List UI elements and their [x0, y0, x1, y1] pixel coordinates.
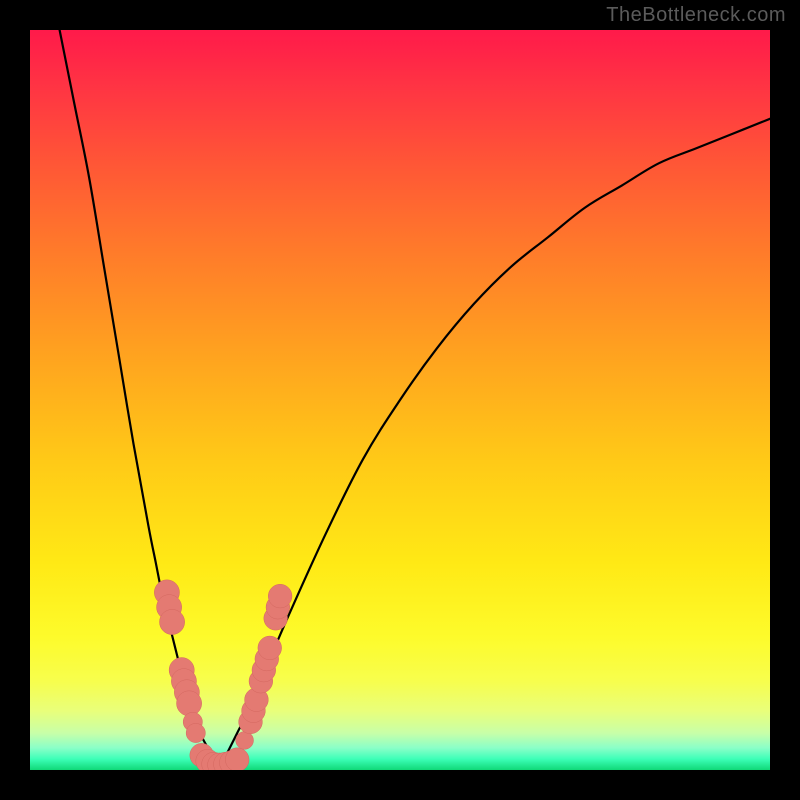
data-marker: [225, 748, 249, 770]
data-marker: [177, 691, 202, 716]
plot-area: [30, 30, 770, 770]
data-marker: [160, 609, 185, 634]
watermark-text: TheBottleneck.com: [606, 4, 786, 27]
data-marker: [236, 732, 254, 750]
curve-group: [60, 30, 770, 766]
data-marker: [186, 723, 205, 742]
curve-right-curve: [222, 119, 770, 763]
data-marker: [258, 636, 282, 660]
data-marker: [268, 584, 292, 608]
marker-group: [154, 580, 292, 770]
curve-left-curve: [60, 30, 215, 763]
chart-svg: [30, 30, 770, 770]
chart-frame: TheBottleneck.com: [0, 0, 800, 800]
